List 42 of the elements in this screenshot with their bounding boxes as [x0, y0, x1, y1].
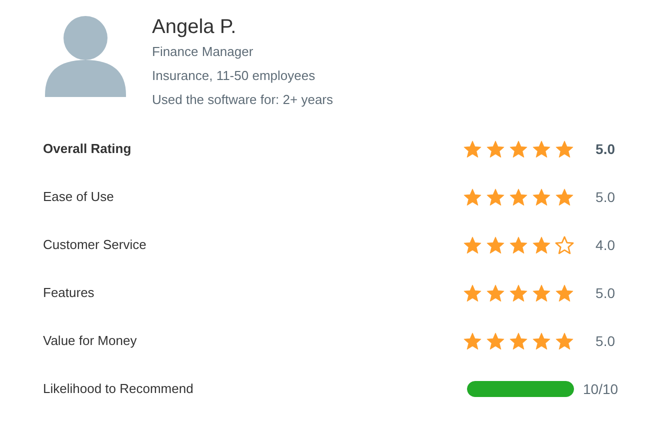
rating-label: Overall Rating [43, 140, 132, 158]
rating-label: Customer Service [43, 236, 148, 254]
star-filled-icon [532, 188, 551, 206]
star-filled-icon [555, 188, 574, 206]
star-filled-icon [555, 284, 574, 302]
rating-value: 5.0 [594, 332, 615, 350]
reviewer-detail: Insurance, 11-50 employees [152, 67, 316, 85]
rating-value: 4.0 [594, 236, 615, 254]
rating-value: 5.0 [594, 140, 615, 158]
rating-label: Likelihood to Recommend [43, 380, 194, 398]
star-filled-icon [463, 140, 482, 158]
rating-value: 5.0 [594, 188, 615, 206]
reviewer-detail: Used the software for: 2+ years [152, 91, 334, 109]
rating-value: 10/10 [583, 380, 615, 398]
star-filled-icon [532, 236, 551, 254]
star-filled-icon [509, 332, 528, 350]
star-filled-icon [509, 188, 528, 206]
star-outline-icon [555, 236, 574, 254]
star-filled-icon [509, 236, 528, 254]
star-filled-icon [463, 188, 482, 206]
avatar-icon [45, 15, 126, 97]
rating-label: Ease of Use [43, 188, 115, 206]
reviewer-name: Angela P. [152, 15, 238, 40]
star-filled-icon [486, 140, 505, 158]
star-filled-icon [532, 284, 551, 302]
rating-value: 5.0 [594, 284, 615, 302]
reviewer-detail: Finance Manager [152, 43, 254, 61]
star-filled-icon [486, 236, 505, 254]
star-filled-icon [532, 140, 551, 158]
star-filled-icon [463, 332, 482, 350]
star-filled-icon [486, 332, 505, 350]
rating-label: Value for Money [43, 332, 138, 350]
star-filled-icon [532, 332, 551, 350]
star-filled-icon [555, 332, 574, 350]
star-filled-icon [509, 284, 528, 302]
star-filled-icon [555, 140, 574, 158]
star-filled-icon [463, 236, 482, 254]
star-filled-icon [463, 284, 482, 302]
star-filled-icon [486, 188, 505, 206]
rating-label: Features [43, 284, 96, 302]
star-filled-icon [509, 140, 528, 158]
star-filled-icon [486, 284, 505, 302]
